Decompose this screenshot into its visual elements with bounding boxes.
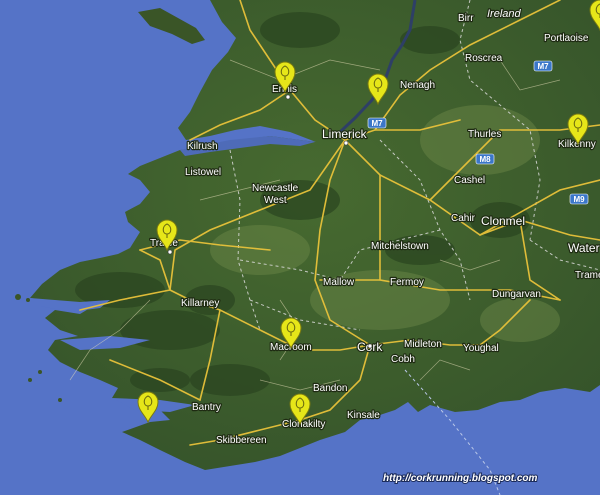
m7-limerick-shield: M7 xyxy=(367,117,387,129)
label-roscrea: Roscrea xyxy=(465,53,503,64)
label-limerick: Limerick xyxy=(322,127,368,141)
m7-north-shield: M7 xyxy=(533,60,553,72)
label-youghal: Youghal xyxy=(463,343,499,354)
svg-text:M8: M8 xyxy=(479,155,491,164)
label-bandon: Bandon xyxy=(313,383,347,394)
label-skibbereen: Skibbereen xyxy=(216,435,267,446)
label-bantry: Bantry xyxy=(192,402,221,413)
svg-text:M7: M7 xyxy=(371,119,383,128)
label-midleton: Midleton xyxy=(404,339,442,350)
label-mitchelstown: Mitchelstown xyxy=(371,241,429,252)
label-newcastle-west-1: Newcastle xyxy=(252,183,299,194)
m9-shield: M9 xyxy=(569,193,589,205)
label-killarney: Killarney xyxy=(181,298,219,309)
label-birr: Birr xyxy=(458,13,474,24)
label-ireland: Ireland xyxy=(487,8,522,20)
map-view[interactable]: M7 M7 M8 M9 Birr Ireland Portlaoise Rosc… xyxy=(0,0,600,495)
m8-shield: M8 xyxy=(475,153,495,165)
credit-url: http://corkrunning.blogspot.com xyxy=(383,473,538,484)
label-kilrush: Kilrush xyxy=(187,141,218,152)
label-mallow: Mallow xyxy=(323,277,355,288)
svg-text:M9: M9 xyxy=(573,195,585,204)
label-clonmel: Clonmel xyxy=(481,214,525,228)
label-dungarvan: Dungarvan xyxy=(492,289,541,300)
label-kinsale: Kinsale xyxy=(347,410,380,421)
label-fermoy: Fermoy xyxy=(390,277,424,288)
label-thurles: Thurles xyxy=(468,129,501,140)
satellite-map[interactable]: M7 M7 M8 M9 Birr Ireland Portlaoise Rosc… xyxy=(0,0,600,495)
label-cashel: Cashel xyxy=(454,175,485,186)
label-tramore: Trame xyxy=(575,270,600,281)
label-newcastle-west-2: West xyxy=(264,195,287,206)
label-portlaoise: Portlaoise xyxy=(544,33,589,44)
label-listowel: Listowel xyxy=(185,167,221,178)
label-cahir: Cahir xyxy=(451,213,476,224)
label-nenagh: Nenagh xyxy=(400,80,435,91)
label-clonakilty: Clonakilty xyxy=(282,419,325,430)
svg-text:M7: M7 xyxy=(537,62,549,71)
label-cobh: Cobh xyxy=(391,354,415,365)
label-waterford: Water xyxy=(568,241,600,255)
